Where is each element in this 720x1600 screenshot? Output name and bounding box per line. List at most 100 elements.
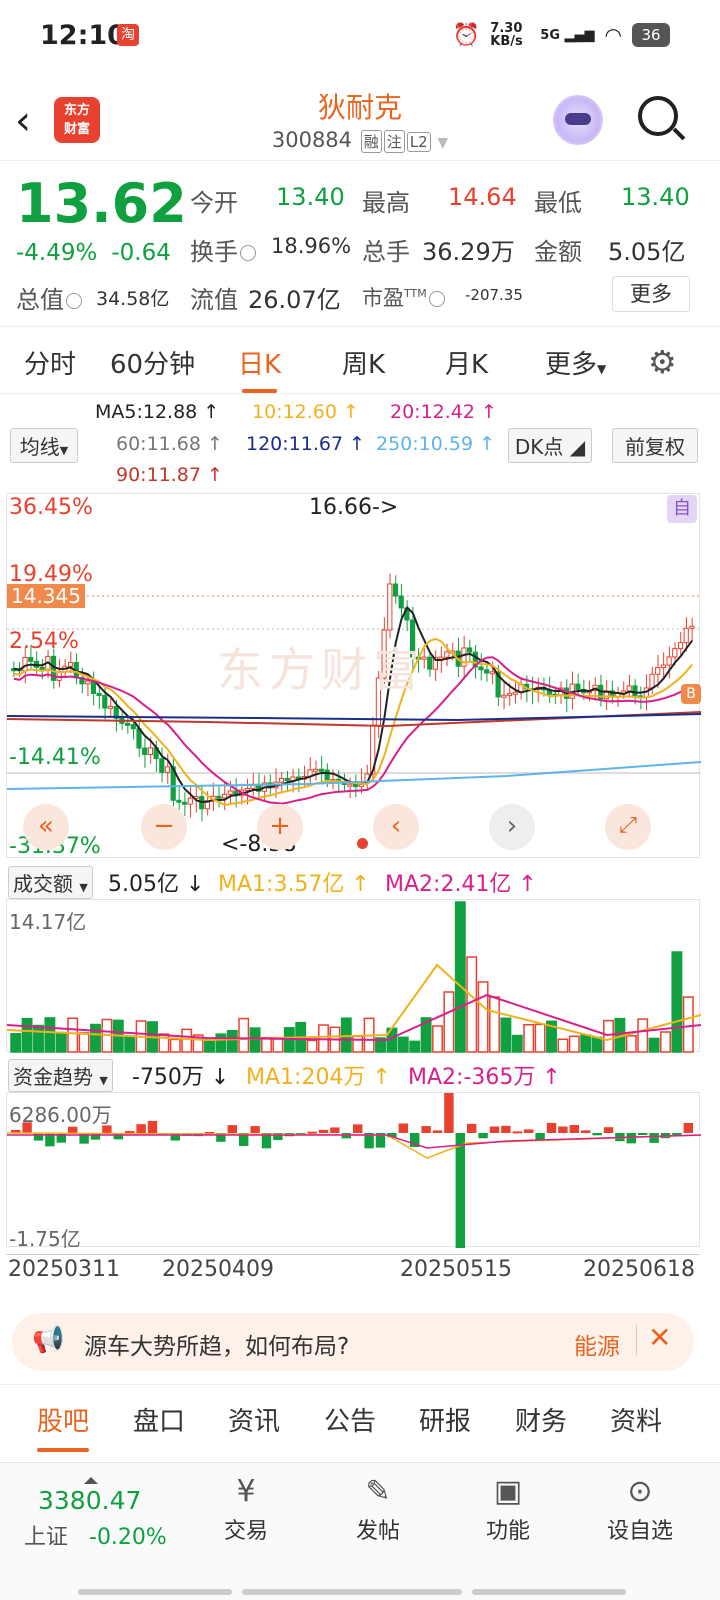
volume-bar bbox=[591, 1036, 603, 1053]
index-value: 3380.47 bbox=[38, 1486, 142, 1515]
buy-tag[interactable]: B bbox=[681, 684, 701, 704]
funds-bar bbox=[592, 1133, 602, 1136]
dk-point-button[interactable]: DK点 ◢ bbox=[508, 428, 592, 463]
candle-body bbox=[244, 788, 250, 792]
volume-bar bbox=[249, 1027, 261, 1053]
tab-more[interactable]: 更多▼ bbox=[545, 344, 606, 381]
funds-bar bbox=[444, 1093, 454, 1133]
ma90-legend: 90:11.87 ↑ bbox=[116, 464, 223, 486]
candle-body bbox=[22, 656, 28, 672]
chevron-down-icon[interactable]: ▼ bbox=[437, 135, 448, 151]
volume-bar bbox=[44, 1017, 56, 1053]
nav-post[interactable]: ✎ 发帖 bbox=[328, 1471, 428, 1545]
ai-robot-icon[interactable] bbox=[553, 95, 603, 145]
close-icon[interactable]: ✕ bbox=[648, 1321, 671, 1354]
funds-bar bbox=[478, 1133, 488, 1139]
candle-body bbox=[68, 662, 74, 667]
news-banner[interactable]: 📢 源车大势所趋，如何布局? 能源 ✕ bbox=[12, 1313, 694, 1371]
next-icon[interactable]: › bbox=[489, 804, 535, 850]
candle-body bbox=[164, 766, 171, 773]
tab-orderbook[interactable]: 盘口 bbox=[133, 1401, 185, 1438]
info-icon[interactable] bbox=[66, 293, 82, 309]
funds-bar bbox=[250, 1126, 260, 1133]
stock-name: 狄耐克 bbox=[317, 91, 402, 124]
prev-icon[interactable]: ‹ bbox=[373, 804, 419, 850]
info-icon[interactable] bbox=[240, 245, 256, 261]
search-icon[interactable] bbox=[638, 96, 678, 136]
volume-value: 5.05亿 ↓ bbox=[108, 872, 205, 897]
nav-trade[interactable]: ¥ 交易 bbox=[196, 1471, 296, 1545]
volume-bar bbox=[181, 1028, 193, 1053]
zoom-out-icon[interactable]: − bbox=[141, 804, 187, 850]
nav-watchlist[interactable]: ⊙ 设自选 bbox=[590, 1471, 690, 1545]
volume-bar bbox=[625, 1035, 637, 1053]
ma-selector[interactable]: 均线▼ bbox=[10, 428, 78, 463]
mktcap-value: 34.58亿 bbox=[96, 288, 170, 310]
tab-profile[interactable]: 资料 bbox=[610, 1401, 662, 1438]
gear-icon[interactable]: ⚙ bbox=[648, 343, 677, 381]
stock-code-line: 300884 融注 L2 ▼ bbox=[0, 128, 720, 153]
more-quote-button[interactable]: 更多 bbox=[612, 276, 690, 312]
adjust-button[interactable]: 前复权 bbox=[612, 428, 698, 463]
expand-up-icon bbox=[84, 1477, 98, 1484]
divider bbox=[0, 1384, 720, 1385]
funds-bar bbox=[467, 1123, 477, 1133]
candle-body bbox=[353, 783, 359, 788]
tab-60min[interactable]: 60分钟 bbox=[110, 344, 195, 381]
bottom-nav: 3380.47 上证 -0.20% ¥ 交易 ✎ 发帖 ▣ 功能 ⊙ 设自选 bbox=[0, 1462, 720, 1600]
volume-bar bbox=[466, 956, 478, 1053]
signal-icon: 5G ▂▄▆ bbox=[540, 27, 595, 43]
volume-bar bbox=[443, 991, 455, 1053]
funds-chart[interactable]: 6286.00万 -1.75亿 bbox=[6, 1092, 702, 1251]
funds-bar bbox=[227, 1125, 237, 1133]
kline-chart[interactable]: 东方财富 36.45% 19.49% 14.345 2.54% -14.41% … bbox=[6, 493, 702, 859]
megaphone-icon: 📢 bbox=[32, 1325, 65, 1355]
amount-value: 5.05亿 bbox=[608, 238, 686, 266]
tab-monthly-k[interactable]: 月K bbox=[445, 344, 488, 381]
volume-value: 36.29万 bbox=[422, 238, 515, 266]
volume-bar bbox=[409, 1040, 421, 1053]
tab-announcements[interactable]: 公告 bbox=[324, 1401, 376, 1438]
candle-body bbox=[176, 799, 182, 803]
volume-bar bbox=[90, 1023, 101, 1053]
candle-body bbox=[182, 801, 188, 805]
volume-chart[interactable]: 14.17亿 bbox=[6, 899, 702, 1053]
info-icon[interactable] bbox=[428, 291, 445, 307]
volume-bar bbox=[557, 1038, 569, 1053]
fullscreen-icon[interactable]: ⤢ bbox=[605, 804, 651, 850]
funds-selector[interactable]: 资金趋势 ▼ bbox=[8, 1059, 113, 1092]
scroll-left-icon[interactable]: « bbox=[23, 804, 69, 850]
turnover-label: 换手 bbox=[190, 232, 258, 267]
volume-selector[interactable]: 成交额 ▼ bbox=[8, 866, 93, 899]
high-annotation: 16.66-> bbox=[309, 495, 399, 520]
open-value: 13.40 bbox=[276, 183, 345, 211]
news-text[interactable]: 源车大势所趋，如何布局? bbox=[84, 1327, 349, 1361]
funds-bar bbox=[421, 1126, 431, 1133]
tab-financials[interactable]: 财务 bbox=[515, 1401, 567, 1438]
tab-news[interactable]: 资讯 bbox=[228, 1401, 280, 1438]
news-tag[interactable]: 能源 bbox=[574, 1327, 620, 1361]
tab-intraday[interactable]: 分时 bbox=[24, 344, 76, 381]
volume-bar bbox=[477, 981, 489, 1053]
self-select-tag[interactable]: 自 bbox=[667, 495, 697, 523]
watermark: 东方财富 bbox=[217, 643, 425, 697]
volume-bar bbox=[523, 1023, 535, 1053]
candle-body bbox=[689, 625, 695, 629]
nav-function[interactable]: ▣ 功能 bbox=[458, 1471, 558, 1545]
tab-forum[interactable]: 股吧 bbox=[37, 1401, 90, 1452]
candle-body bbox=[90, 680, 97, 694]
tab-daily-k[interactable]: 日K bbox=[238, 344, 281, 393]
volume-bar bbox=[397, 1036, 409, 1053]
reset-dot[interactable] bbox=[357, 838, 368, 849]
volume-ma1: MA1:3.57亿 ↑ bbox=[218, 872, 370, 897]
candle-body bbox=[102, 695, 108, 709]
candle-body bbox=[227, 790, 233, 795]
zoom-in-icon[interactable]: + bbox=[257, 804, 303, 850]
volume-bar bbox=[55, 1031, 67, 1053]
volume-bar bbox=[124, 1035, 136, 1053]
index-widget[interactable]: 3380.47 上证 -0.20% bbox=[24, 1477, 167, 1551]
tab-research[interactable]: 研报 bbox=[419, 1401, 471, 1438]
divider bbox=[0, 393, 720, 394]
funds-bar bbox=[558, 1126, 568, 1133]
tab-weekly-k[interactable]: 周K bbox=[342, 344, 385, 381]
